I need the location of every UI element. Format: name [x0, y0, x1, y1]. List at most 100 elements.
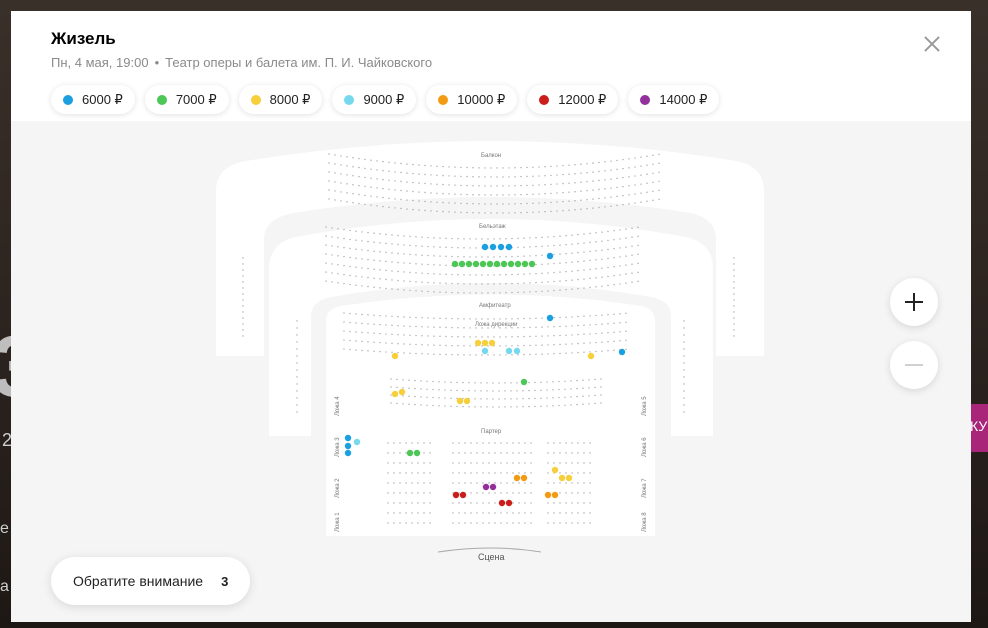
- available-seat[interactable]: [463, 397, 471, 405]
- available-seat[interactable]: [456, 397, 464, 405]
- occupied-seat: [421, 335, 423, 337]
- notice-button[interactable]: Обратите внимание 3: [51, 557, 251, 605]
- available-seat[interactable]: [344, 434, 352, 442]
- available-seat[interactable]: [498, 499, 506, 507]
- available-seat[interactable]: [488, 339, 496, 347]
- available-seat[interactable]: [353, 438, 361, 446]
- available-seat[interactable]: [451, 260, 459, 268]
- occupied-seat: [571, 288, 573, 290]
- available-seat[interactable]: [489, 243, 497, 251]
- occupied-seat: [683, 397, 685, 399]
- available-seat[interactable]: [565, 474, 573, 482]
- occupied-seat: [544, 166, 546, 168]
- available-seat[interactable]: [482, 483, 490, 491]
- occupied-seat: [388, 197, 390, 199]
- available-seat[interactable]: [551, 491, 559, 499]
- occupied-seat: [296, 383, 298, 385]
- available-seat[interactable]: [452, 491, 460, 499]
- occupied-seat: [526, 211, 528, 214]
- occupied-seat: [399, 482, 401, 484]
- available-seat[interactable]: [505, 347, 513, 355]
- available-seat[interactable]: [497, 243, 505, 251]
- available-seat[interactable]: [406, 449, 414, 457]
- available-seat[interactable]: [520, 378, 528, 386]
- available-seat[interactable]: [505, 243, 513, 251]
- occupied-seat: [464, 442, 466, 444]
- occupied-seat: [430, 165, 432, 167]
- occupied-seat: [408, 379, 410, 381]
- available-seat[interactable]: [528, 260, 536, 268]
- occupied-seat: [448, 184, 450, 186]
- occupied-seat: [607, 248, 609, 251]
- occupied-seat: [577, 482, 579, 484]
- occupied-seat: [526, 166, 528, 169]
- occupied-seat: [541, 335, 543, 337]
- seating-chart[interactable]: Балкон Бельэтаж Амфитеатр Ложа дирекции …: [11, 11, 971, 622]
- available-seat[interactable]: [459, 491, 467, 499]
- occupied-seat: [631, 227, 633, 229]
- occupied-seat: [528, 389, 530, 392]
- available-seat[interactable]: [507, 260, 515, 268]
- occupied-seat: [433, 344, 435, 346]
- occupied-seat: [376, 205, 378, 207]
- occupied-seat: [505, 318, 507, 320]
- available-seat[interactable]: [514, 260, 522, 268]
- available-seat[interactable]: [465, 260, 473, 268]
- available-seat[interactable]: [558, 474, 566, 482]
- occupied-seat: [514, 194, 516, 196]
- occupied-seat: [421, 245, 423, 247]
- available-seat[interactable]: [481, 347, 489, 355]
- occupied-seat: [505, 327, 507, 329]
- occupied-seat: [622, 185, 624, 188]
- occupied-seat: [625, 282, 627, 284]
- available-seat[interactable]: [505, 499, 513, 507]
- occupied-seat: [396, 378, 398, 381]
- occupied-seat: [511, 318, 513, 320]
- available-seat[interactable]: [493, 260, 501, 268]
- occupied-seat: [420, 380, 422, 382]
- available-seat[interactable]: [344, 442, 352, 450]
- occupied-seat: [558, 380, 560, 383]
- available-seat[interactable]: [513, 474, 521, 482]
- available-seat[interactable]: [500, 260, 508, 268]
- occupied-seat: [370, 186, 372, 188]
- occupied-seat: [550, 210, 552, 213]
- available-seat[interactable]: [391, 390, 399, 398]
- occupied-seat: [502, 194, 504, 196]
- available-seat[interactable]: [398, 388, 406, 396]
- occupied-seat: [388, 161, 390, 163]
- available-seat[interactable]: [413, 449, 421, 457]
- available-seat[interactable]: [618, 348, 626, 356]
- available-seat[interactable]: [520, 474, 528, 482]
- available-seat[interactable]: [587, 352, 595, 360]
- zoom-out-button[interactable]: [890, 341, 938, 389]
- occupied-seat: [436, 165, 438, 167]
- available-seat[interactable]: [474, 339, 482, 347]
- available-seat[interactable]: [546, 252, 554, 260]
- occupied-seat: [438, 397, 440, 399]
- occupied-seat: [340, 182, 342, 184]
- available-seat[interactable]: [344, 449, 352, 457]
- available-seat[interactable]: [513, 347, 521, 355]
- available-seat[interactable]: [521, 260, 529, 268]
- available-seat[interactable]: [391, 352, 399, 360]
- zoom-in-button[interactable]: [890, 278, 938, 326]
- available-seat[interactable]: [544, 491, 552, 499]
- occupied-seat: [576, 387, 578, 390]
- available-seat[interactable]: [479, 260, 487, 268]
- available-seat[interactable]: [551, 466, 559, 474]
- occupied-seat: [547, 245, 549, 247]
- available-seat[interactable]: [546, 314, 554, 322]
- available-seat[interactable]: [489, 483, 497, 491]
- occupied-seat: [565, 279, 567, 282]
- occupied-seat: [451, 282, 453, 285]
- available-seat[interactable]: [472, 260, 480, 268]
- occupied-seat: [577, 260, 579, 263]
- available-seat[interactable]: [481, 243, 489, 251]
- available-seat[interactable]: [458, 260, 466, 268]
- occupied-seat: [646, 200, 648, 202]
- available-seat[interactable]: [481, 339, 489, 347]
- occupied-seat: [553, 325, 555, 328]
- occupied-seat: [577, 242, 579, 245]
- available-seat[interactable]: [486, 260, 494, 268]
